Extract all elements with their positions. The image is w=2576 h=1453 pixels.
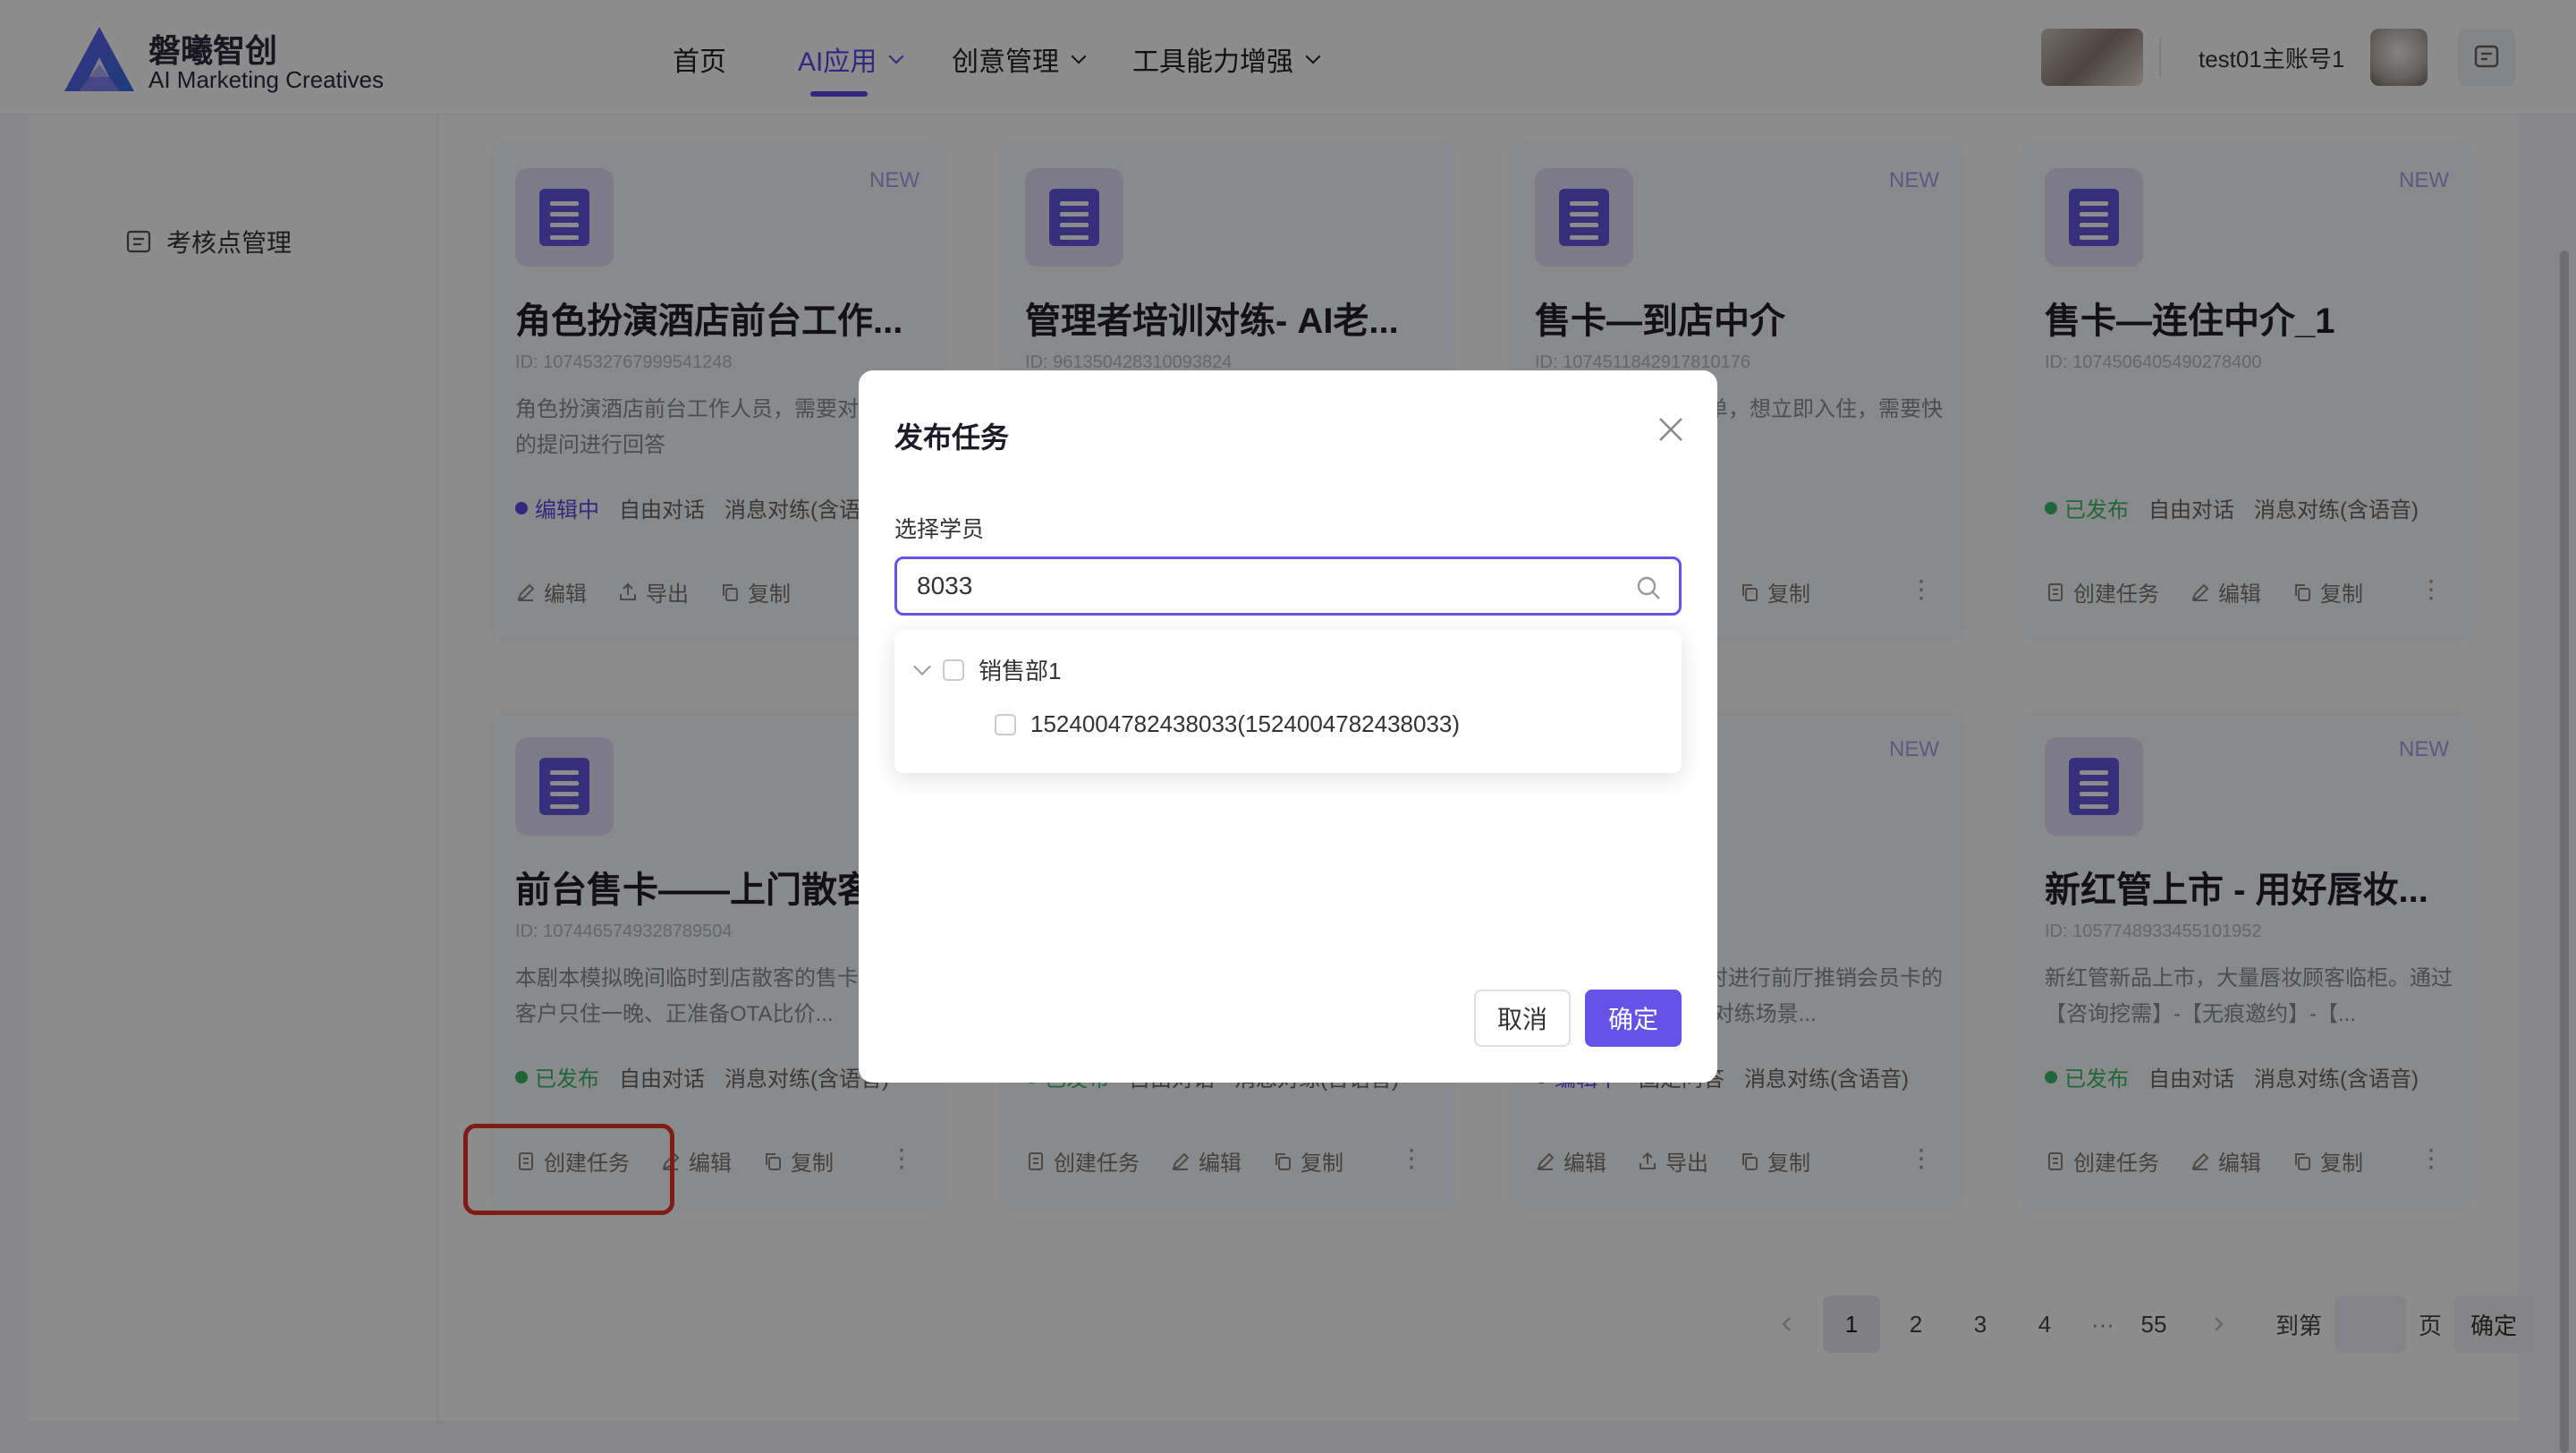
tree-child-row[interactable]: 1524004782438033(1524004782438033) <box>995 710 1460 738</box>
search-icon[interactable] <box>1634 574 1663 602</box>
student-tree-dropdown: 销售部1 1524004782438033(1524004782438033) <box>894 630 1682 773</box>
select-student-label: 选择学员 <box>894 517 985 542</box>
group-checkbox[interactable] <box>943 659 964 681</box>
student-search-field[interactable] <box>894 557 1682 616</box>
close-icon[interactable] <box>1653 412 1689 447</box>
publish-task-modal: 发布任务 选择学员 销售部1 1524004782438033(15240047… <box>859 370 1717 1083</box>
chevron-down-icon[interactable] <box>913 657 931 676</box>
tree-group-row[interactable]: 销售部1 <box>913 653 1062 686</box>
cancel-button[interactable]: 取消 <box>1474 990 1571 1047</box>
modal-title: 发布任务 <box>894 421 1010 454</box>
student-checkbox[interactable] <box>995 713 1016 735</box>
tree-group-label: 销售部1 <box>979 658 1062 684</box>
student-search-input[interactable] <box>917 572 1614 600</box>
tree-child-label: 1524004782438033(1524004782438033) <box>1030 710 1461 737</box>
confirm-button[interactable]: 确定 <box>1585 990 1682 1047</box>
